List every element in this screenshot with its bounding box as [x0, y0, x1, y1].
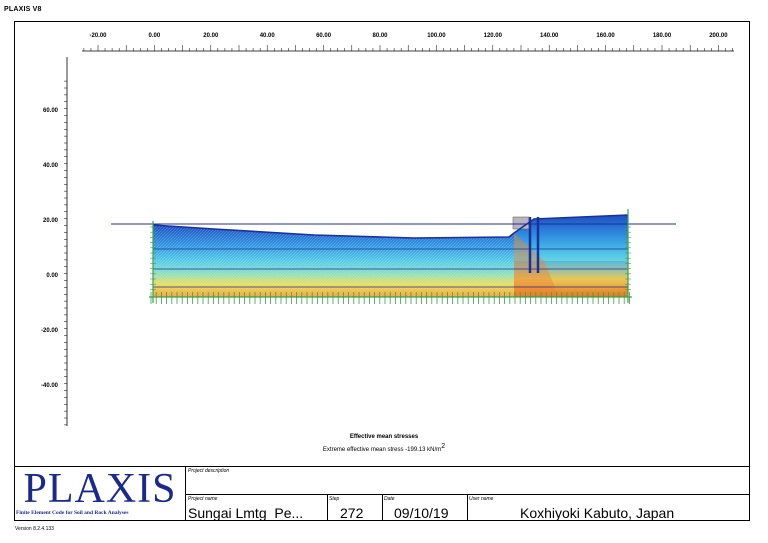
user-name-label: User name: [469, 496, 494, 502]
x-tick-label: 140.00: [540, 33, 559, 39]
x-axis-tick-labels: -20.00 0.00 20.00 40.00 60.00 80.00 100.00 120.…: [89, 33, 728, 39]
version-label: Version 8.2.4.133: [15, 526, 54, 532]
y-tick-label: -40.00: [41, 383, 59, 389]
x-tick-label: 120.00: [484, 33, 503, 39]
y-tick-label: 0.00: [46, 273, 58, 279]
x-tick-label: 40.00: [260, 33, 276, 39]
title-block-divider: [467, 494, 468, 521]
plaxis-logo: PLAXIS Finite Element Code for Soil and …: [14, 466, 186, 521]
y-tick-label: -20.00: [41, 328, 59, 334]
x-tick-label: 100.00: [427, 33, 446, 39]
logo-wordmark: PLAXIS: [23, 466, 177, 512]
y-tick-label: 40.00: [43, 163, 59, 169]
y-tick-label: 20.00: [43, 218, 59, 224]
y-axis-tick-labels: 60.00 40.00 20.00 0.00 -20.00 -40.00: [41, 108, 59, 389]
project-description-label: Project description: [188, 468, 230, 474]
project-name-value: Sungai Lmtg_Pe...: [188, 505, 304, 521]
logo-tagline: Finite Element Code for Soil and Rock An…: [16, 510, 129, 516]
y-axis-minor-ticks: [64, 80, 67, 426]
x-tick-label: -20.00: [89, 33, 107, 39]
title-block-divider: [327, 494, 328, 521]
project-name-label: Project name: [188, 496, 218, 502]
caption-title: Effective mean stresses: [349, 434, 419, 440]
x-tick-label: 200.00: [709, 33, 728, 39]
x-tick-label: 180.00: [653, 33, 672, 39]
date-value: 09/10/19: [394, 505, 449, 521]
x-tick-label: 20.00: [203, 33, 219, 39]
user-name-value: Koxhiyoki Kabuto, Japan: [520, 505, 675, 521]
app-title: PLAXIS V8: [4, 6, 42, 13]
x-axis-minor-ticks: [83, 45, 733, 51]
title-block-divider: [382, 494, 383, 521]
caption-extreme-value: Extreme effective mean stress -199.13 kN…: [322, 443, 446, 453]
title-block-divider: [186, 494, 750, 495]
stress-plot: -20.00 0.00 20.00 40.00 60.00 80.00 100.00 120.…: [41, 33, 734, 426]
date-label: Date: [384, 496, 395, 502]
step-value: 272: [340, 505, 364, 521]
x-tick-label: 160.00: [596, 33, 615, 39]
x-tick-label: 60.00: [316, 33, 332, 39]
step-label: Step: [329, 496, 340, 502]
x-tick-label: 80.00: [372, 33, 388, 39]
x-tick-label: 0.00: [149, 33, 161, 39]
y-tick-label: 60.00: [43, 108, 59, 114]
plot-caption: Effective mean stresses Extreme effectiv…: [0, 433, 768, 455]
